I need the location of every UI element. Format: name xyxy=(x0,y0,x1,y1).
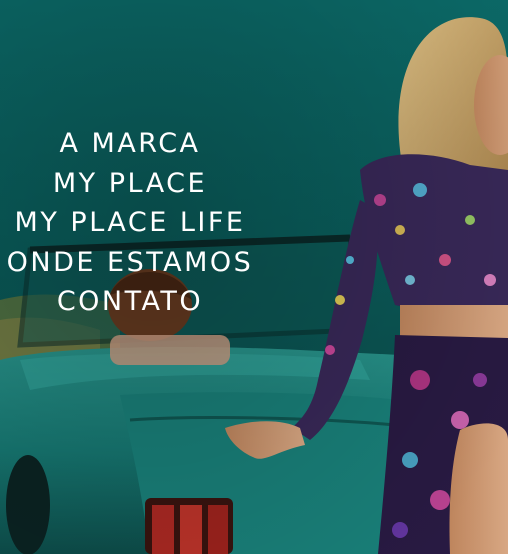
nav-link-a-marca[interactable]: A MARCA xyxy=(0,124,260,164)
nav-link-my-place[interactable]: MY PLACE xyxy=(0,164,260,204)
hero-stage: A MARCA MY PLACE MY PLACE LIFE ONDE ESTA… xyxy=(0,0,508,554)
main-navigation: A MARCA MY PLACE MY PLACE LIFE ONDE ESTA… xyxy=(0,124,260,322)
nav-link-contato[interactable]: CONTATO xyxy=(0,282,260,322)
nav-link-my-place-life[interactable]: MY PLACE LIFE xyxy=(0,203,260,243)
nav-link-onde-estamos[interactable]: ONDE ESTAMOS xyxy=(0,243,260,283)
